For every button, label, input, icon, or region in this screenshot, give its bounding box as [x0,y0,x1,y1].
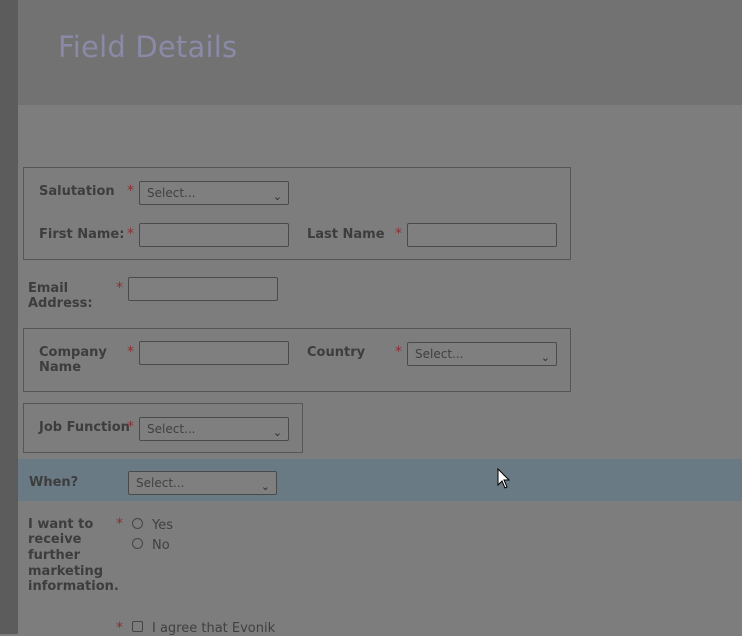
chevron-down-icon: ⌄ [272,426,282,439]
job-function-required-mark: * [127,419,134,435]
when-select[interactable]: Select... ⌄ [128,471,277,495]
country-label: Country [307,345,366,360]
marketing-label-line2: receive [28,532,82,547]
email-field[interactable] [128,277,278,301]
chevron-down-icon: ⌄ [272,190,282,203]
chevron-down-icon: ⌄ [260,480,270,493]
company-name-required-mark: * [127,344,134,360]
email-required-mark: * [116,280,123,296]
last-name-label: Last Name [307,227,385,242]
marketing-label-line5: information. [28,579,119,594]
job-function-label: Job Function [39,420,130,435]
job-function-select-value: Select... [147,422,196,436]
company-name-label-line1: Company [39,345,107,360]
salutation-required-mark: * [127,183,134,199]
marketing-no-label: No [152,538,170,553]
country-required-mark: * [395,344,402,360]
country-select[interactable]: Select... ⌄ [407,342,557,366]
salutation-select-value: Select... [147,186,196,200]
first-name-required-mark: * [127,226,134,242]
left-sidebar-strip [0,0,18,634]
when-select-value: Select... [136,476,185,490]
agree-required-mark: * [116,620,123,636]
job-function-select[interactable]: Select... ⌄ [139,417,289,441]
agree-checkbox[interactable] [132,621,143,632]
page-header: Field Details [18,0,742,105]
when-label: When? [29,475,79,490]
mouse-pointer-icon [497,468,511,489]
when-row-highlight [18,459,742,501]
company-name-label-line2: Name [39,360,82,375]
marketing-yes-label: Yes [152,518,173,533]
country-select-value: Select... [415,347,464,361]
marketing-required-mark: * [116,516,123,532]
last-name-required-mark: * [395,226,402,242]
marketing-label-line4: marketing [28,564,104,579]
marketing-label-line3: further [28,548,81,563]
email-label-line1: Email [28,281,69,296]
last-name-input[interactable] [407,223,557,247]
marketing-no-radio[interactable] [132,538,143,549]
marketing-label-line1: I want to [28,517,94,532]
first-name-input[interactable] [139,223,289,247]
marketing-yes-radio[interactable] [132,518,143,529]
company-name-input[interactable] [139,341,289,365]
email-label-line2: Address: [28,296,93,311]
salutation-select[interactable]: Select... ⌄ [139,181,289,205]
page-title: Field Details [58,30,238,64]
first-name-label: First Name: [39,227,125,242]
salutation-label: Salutation [39,184,115,199]
chevron-down-icon: ⌄ [540,351,550,364]
